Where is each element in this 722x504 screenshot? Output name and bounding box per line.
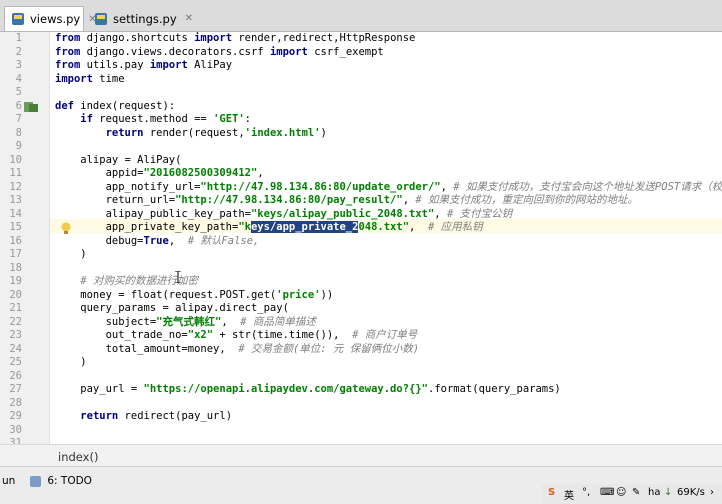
system-tray: S 英 °, ⌨ ☺ ✎ ha ↓ 69K/s › bbox=[542, 484, 722, 504]
line-number: 11 bbox=[9, 167, 22, 179]
line-number: 4 bbox=[15, 72, 22, 85]
tray-text: ha bbox=[648, 487, 661, 498]
line-number: 24 bbox=[9, 342, 22, 355]
code-line[interactable]: return_url="http://47.98.134.86:80/pay_r… bbox=[55, 194, 638, 208]
code-line[interactable]: alipay_public_key_path="keys/alipay_publ… bbox=[55, 208, 513, 222]
code-line[interactable]: app_private_key_path="keys/app_private_2… bbox=[55, 221, 483, 235]
code-line[interactable]: if request.method == 'GET': bbox=[55, 113, 251, 127]
line-number: 13 bbox=[9, 194, 22, 206]
emoji-icon[interactable]: ☺ bbox=[616, 487, 626, 498]
code-line[interactable]: appid="2016082500309412", bbox=[55, 167, 264, 181]
line-number: 2 bbox=[15, 45, 22, 58]
line-number: 3 bbox=[15, 59, 22, 71]
code-line[interactable]: out_trade_no="x2" + str(time.time()), # … bbox=[55, 329, 418, 343]
line-number: 23 bbox=[9, 329, 22, 341]
python-file-icon bbox=[94, 12, 108, 26]
tray-expand-icon[interactable]: › bbox=[710, 487, 714, 498]
keyboard-icon[interactable]: ⌨ bbox=[600, 487, 614, 498]
code-line[interactable]: def index(request): bbox=[55, 100, 175, 114]
ime-language[interactable]: 英 bbox=[564, 487, 574, 502]
line-number: 5 bbox=[15, 86, 22, 98]
line-number: 29 bbox=[9, 410, 22, 422]
code-line[interactable]: return render(request,'index.html') bbox=[55, 127, 327, 141]
text-cursor-icon bbox=[175, 268, 181, 284]
line-number: 16 bbox=[9, 234, 22, 247]
line-number: 19 bbox=[9, 275, 22, 287]
line-number: 21 bbox=[9, 302, 22, 314]
line-number: 27 bbox=[9, 383, 22, 395]
network-speed: 69K/s bbox=[677, 487, 705, 498]
tab-settings-py[interactable]: settings.py ✕ bbox=[88, 6, 193, 31]
line-number: 15 bbox=[9, 221, 22, 233]
line-number: 30 bbox=[9, 423, 22, 436]
todo-label: 6: TODO bbox=[47, 475, 92, 487]
code-line[interactable]: total_amount=money, # 交易金额(单位: 元 保留俩位小数) bbox=[55, 343, 420, 357]
text-selection: eys/app_private_2 bbox=[250, 221, 359, 233]
line-number: 22 bbox=[9, 315, 22, 328]
code-line[interactable]: alipay = AliPay( bbox=[55, 154, 181, 168]
tab-views-py[interactable]: views.py ✕ bbox=[4, 6, 97, 31]
line-number: 7 bbox=[15, 113, 22, 125]
line-number: 18 bbox=[9, 261, 22, 274]
line-number: 14 bbox=[9, 207, 22, 220]
code-line[interactable]: import time bbox=[55, 73, 125, 87]
code-line[interactable]: ) bbox=[55, 356, 86, 370]
close-icon[interactable]: ✕ bbox=[185, 13, 193, 24]
line-number: 10 bbox=[9, 153, 22, 166]
code-line[interactable]: from utils.pay import AliPay bbox=[55, 59, 232, 73]
method-override-icon[interactable] bbox=[24, 98, 38, 117]
code-line[interactable]: subject="充气式韩红", # 商品简单描述 bbox=[55, 316, 316, 330]
code-line[interactable]: from django.shortcuts import render,redi… bbox=[55, 32, 415, 46]
line-number: 25 bbox=[9, 356, 22, 368]
code-line[interactable]: from django.views.decorators.csrf import… bbox=[55, 46, 384, 60]
python-file-icon bbox=[11, 12, 25, 26]
sogou-ime-icon[interactable]: S bbox=[548, 487, 555, 498]
todo-tool-button[interactable]: 6: TODO bbox=[30, 475, 92, 487]
run-tool-button[interactable]: un bbox=[2, 475, 15, 487]
line-number: 9 bbox=[15, 140, 22, 152]
tab-label: settings.py bbox=[113, 11, 177, 26]
breadcrumb[interactable]: index() bbox=[0, 444, 722, 466]
line-number: 26 bbox=[9, 369, 22, 382]
line-number: 20 bbox=[9, 288, 22, 301]
line-number: 12 bbox=[9, 180, 22, 193]
code-line[interactable]: query_params = alipay.direct_pay( bbox=[55, 302, 289, 316]
todo-icon bbox=[30, 475, 41, 487]
punctuation-icon[interactable]: °, bbox=[582, 487, 590, 498]
line-number: 28 bbox=[9, 396, 22, 409]
code-line[interactable]: return redirect(pay_url) bbox=[55, 410, 232, 424]
line-number: 6 bbox=[15, 99, 22, 112]
code-line[interactable]: app_notify_url="http://47.98.134.86:80/u… bbox=[55, 181, 722, 195]
code-line[interactable]: money = float(request.POST.get('price')) bbox=[55, 289, 333, 303]
tab-label: views.py bbox=[30, 12, 81, 26]
line-number: 17 bbox=[9, 248, 22, 260]
code-line[interactable]: ) bbox=[55, 248, 86, 262]
editor-tab-bar: views.py ✕ settings.py ✕ bbox=[0, 0, 722, 32]
download-arrow-icon: ↓ bbox=[664, 487, 673, 498]
line-number: 1 bbox=[15, 32, 22, 44]
line-number: 8 bbox=[15, 126, 22, 139]
settings-icon[interactable]: ✎ bbox=[632, 487, 640, 498]
code-line[interactable]: pay_url = "https://openapi.alipaydev.com… bbox=[55, 383, 560, 397]
code-line[interactable]: debug=True, # 默认False, bbox=[55, 235, 260, 249]
breadcrumb-function[interactable]: index() bbox=[58, 450, 98, 464]
